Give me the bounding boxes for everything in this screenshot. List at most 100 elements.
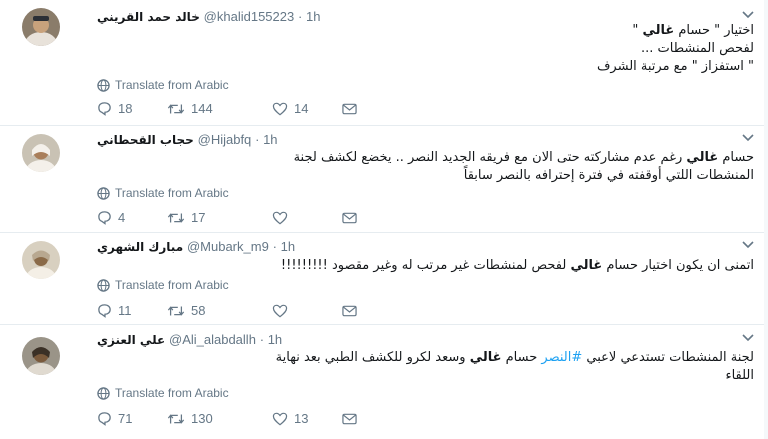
reply-icon: [98, 412, 111, 426]
author-handle[interactable]: @Ali_alabdallh: [169, 332, 256, 347]
text-segment: وسعد لكرو للكشف الطبي بعد نهاية: [275, 350, 470, 365]
globe-icon: [97, 386, 110, 400]
like-button[interactable]: [272, 211, 342, 225]
like-count: 13: [294, 411, 309, 426]
like-button[interactable]: [272, 304, 342, 318]
author-name[interactable]: علي العنزي: [97, 333, 165, 347]
retweet-icon: [167, 305, 185, 316]
highlighted-keyword: غالي: [570, 258, 603, 273]
reply-count: 71: [118, 411, 133, 426]
tweet-time[interactable]: 1h: [263, 132, 277, 147]
author-name[interactable]: حجاب القحطاني: [97, 133, 194, 147]
tweet-actions: 11 58: [97, 303, 357, 318]
message-button[interactable]: [342, 413, 357, 425]
tweet-text: حسام غالي رغم عدم مشاركته حتى الان مع فر…: [294, 149, 754, 185]
scrollbar[interactable]: [764, 0, 768, 439]
like-button[interactable]: 14: [272, 101, 342, 116]
separator: ·: [298, 9, 306, 24]
message-button[interactable]: [342, 212, 357, 224]
reply-button[interactable]: 71: [97, 411, 167, 426]
avatar[interactable]: [22, 337, 60, 375]
text-segment: ": [632, 23, 643, 38]
translate-link[interactable]: Translate from Arabic: [97, 78, 229, 92]
retweet-button[interactable]: 58: [167, 303, 272, 318]
tweet-text: لجنة المنشطات تستدعي لاعبي #النصر حسام غ…: [276, 349, 754, 385]
tweet-text-line: لجنة المنشطات تستدعي لاعبي #النصر حسام غ…: [276, 349, 754, 367]
translate-label: Translate from Arabic: [115, 78, 229, 92]
reply-count: 11: [118, 303, 132, 318]
separator: ·: [259, 332, 268, 347]
tweet-actions: 71 130 13: [97, 411, 357, 426]
retweet-button[interactable]: 144: [167, 101, 272, 116]
envelope-icon: [342, 413, 357, 424]
retweet-icon: [167, 212, 185, 223]
chevron-down-icon[interactable]: [742, 239, 754, 252]
tweet-actions: 4 17: [97, 210, 357, 225]
author-name[interactable]: مبارك الشهري: [97, 240, 183, 254]
tweet-header: حجاب القحطاني @Hijabfq · 1h: [97, 131, 278, 149]
avatar-image: [22, 134, 60, 172]
retweet-count: 144: [191, 101, 213, 116]
text-segment: اختيار " حسام: [674, 23, 754, 38]
text-segment: حسام: [718, 150, 754, 165]
translate-link[interactable]: Translate from Arabic: [97, 278, 229, 292]
message-button[interactable]: [342, 305, 357, 317]
tweet-text-line: لفحص المنشطات ...: [597, 40, 754, 58]
separator: ·: [255, 132, 264, 147]
text-segment: المنشطات اللتي أوقفته في فترة إحترافه با…: [463, 168, 754, 183]
tweet-text-line: اتمنى ان يكون اختيار حسام غالي لفحص لمنش…: [281, 257, 754, 275]
reply-count: 4: [118, 210, 126, 225]
tweet-header: مبارك الشهري @Mubark_m9 · 1h: [97, 238, 295, 256]
globe-icon: [97, 278, 110, 292]
text-segment: رغم عدم مشاركته حتى الان مع فريقه الجديد…: [293, 150, 687, 165]
avatar[interactable]: [22, 241, 60, 279]
text-segment: اللقاء: [725, 368, 754, 383]
text-segment: اتمنى ان يكون اختيار حسام: [602, 258, 754, 273]
retweet-button[interactable]: 130: [167, 411, 272, 426]
tweet-time[interactable]: 1h: [268, 332, 282, 347]
text-segment: لفحص المنشطات ...: [641, 41, 754, 56]
highlighted-keyword: غالي: [686, 150, 719, 165]
reply-button[interactable]: 18: [97, 101, 167, 116]
message-button[interactable]: [342, 103, 357, 115]
translate-link[interactable]: Translate from Arabic: [97, 386, 229, 400]
hashtag-link[interactable]: #النصر: [541, 350, 582, 365]
tweet-text-line: " استفزاز " مع مرتبة الشرف: [597, 58, 754, 76]
tweet-text-line: المنشطات اللتي أوقفته في فترة إحترافه با…: [294, 167, 754, 185]
avatar[interactable]: [22, 134, 60, 172]
tweet[interactable]: مبارك الشهري @Mubark_m9 · 1h اتمنى ان يك…: [0, 233, 768, 325]
heart-icon: [272, 412, 288, 425]
envelope-icon: [342, 305, 357, 316]
retweet-count: 58: [191, 303, 206, 318]
author-handle[interactable]: @Hijabfq: [198, 132, 252, 147]
like-button[interactable]: 13: [272, 411, 342, 426]
globe-icon: [97, 78, 110, 92]
author-handle[interactable]: @khalid155223: [204, 9, 295, 24]
separator: ·: [272, 239, 281, 254]
chevron-down-icon[interactable]: [742, 332, 754, 345]
reply-button[interactable]: 4: [97, 210, 167, 225]
reply-icon: [98, 211, 111, 225]
tweet-time[interactable]: 1h: [281, 239, 295, 254]
tweet-text-line: اللقاء: [276, 367, 754, 385]
tweet[interactable]: علي العنزي @Ali_alabdallh · 1h لجنة المن…: [0, 325, 768, 439]
tweet[interactable]: حجاب القحطاني @Hijabfq · 1h حسام غالي رغ…: [0, 126, 768, 233]
author-name[interactable]: خالد حمد القريني: [97, 10, 200, 24]
retweet-button[interactable]: 17: [167, 210, 272, 225]
heart-icon: [272, 304, 288, 317]
envelope-icon: [342, 212, 357, 223]
avatar-image: [22, 241, 60, 279]
author-handle[interactable]: @Mubark_m9: [187, 239, 269, 254]
chevron-down-icon[interactable]: [742, 132, 754, 145]
translate-link[interactable]: Translate from Arabic: [97, 186, 229, 200]
reply-count: 18: [118, 101, 133, 116]
tweet-actions: 18 144 14: [97, 101, 357, 116]
chevron-down-icon[interactable]: [742, 9, 754, 22]
tweet[interactable]: خالد حمد القريني @khalid155223 · 1h اختي…: [0, 0, 768, 126]
tweet-time[interactable]: 1h: [306, 9, 320, 24]
text-segment: لفحص لمنشطات غير مرتب له وغير مقصود !!!!…: [280, 258, 571, 273]
reply-button[interactable]: 11: [97, 303, 167, 318]
retweet-icon: [167, 103, 185, 114]
tweet-header: خالد حمد القريني @khalid155223 · 1h: [97, 8, 320, 26]
avatar[interactable]: [22, 8, 60, 46]
